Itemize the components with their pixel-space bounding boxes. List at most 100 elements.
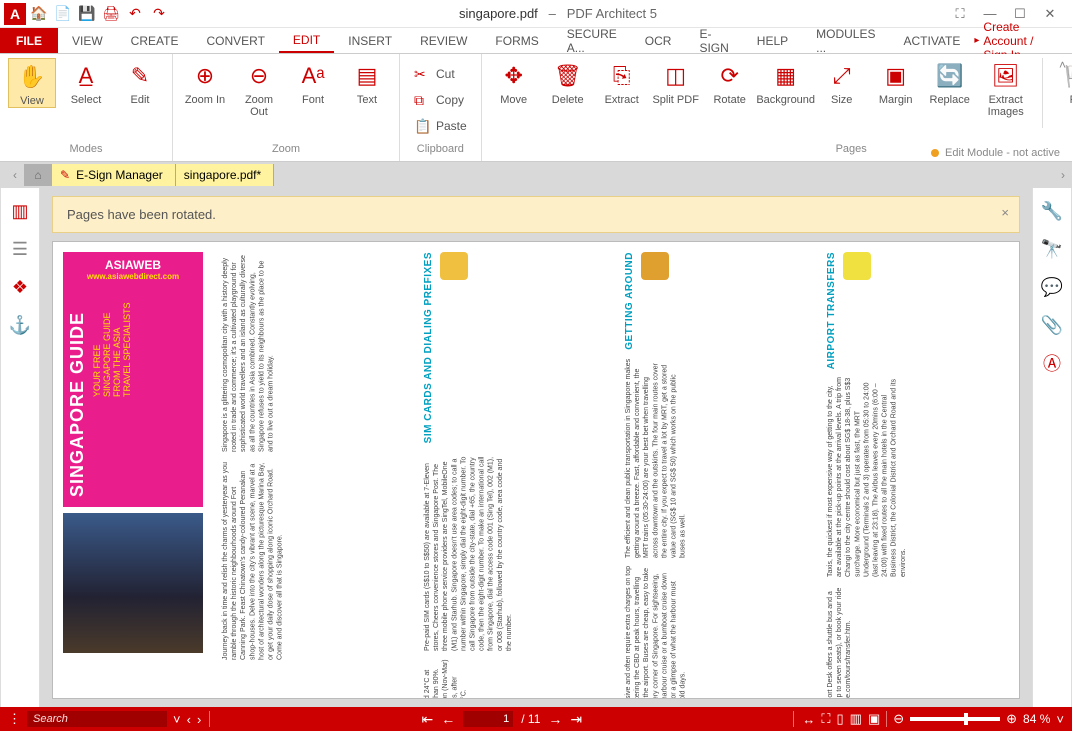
delete-button[interactable]: 🗑Delete — [544, 58, 592, 106]
view-mode-button[interactable]: ✋ View — [8, 58, 56, 108]
close-notification-icon[interactable]: × — [1001, 205, 1009, 220]
menu-icon[interactable]: ⋮ — [8, 711, 21, 727]
search-input[interactable] — [27, 711, 167, 727]
attachments-icon[interactable]: 📎 — [1039, 312, 1065, 338]
getting-around-title: GETTING AROUND — [624, 252, 635, 350]
getting-body2: Taxis are more expensive and often requi… — [624, 566, 808, 699]
status-bar: ⋮ ˅ ‹ › ⇤ ← / 11 → ⇥ ↔ ⛶ ▯ ▥ ▣ ⊖ ⊕ 84 % … — [0, 707, 1072, 731]
move-button[interactable]: ✥Move — [490, 58, 538, 106]
zoom-out-button[interactable]: ⊖ Zoom Out — [235, 58, 283, 118]
tab-next-icon[interactable]: › — [1054, 168, 1072, 182]
tab-modules[interactable]: MODULES ... — [802, 28, 889, 53]
tab-esign[interactable]: E-SIGN — [685, 28, 742, 53]
split-pdf-button[interactable]: ◫Split PDF — [652, 58, 700, 106]
tab-help[interactable]: HELP — [743, 28, 802, 53]
tab-review[interactable]: REVIEW — [406, 28, 481, 53]
extract-images-button[interactable]: 🖼Extract Images — [980, 58, 1032, 118]
zoom-in-icon: ⊕ — [189, 60, 221, 92]
zoom-out-status-icon[interactable]: ⊖ — [893, 711, 904, 727]
tools-icon[interactable]: 🔧 — [1039, 198, 1065, 224]
edit-mode-button[interactable]: ✎ Edit — [116, 58, 164, 106]
thumbnails-icon[interactable]: ▥ — [7, 198, 33, 224]
airport-title: AIRPORT TRANSFERS — [826, 252, 837, 369]
comments-icon[interactable]: 💬 — [1039, 274, 1065, 300]
page-canvas[interactable]: ASIAWEBwww.asiawebdirect.com SINGAPORE G… — [52, 241, 1020, 699]
bookmarks-icon[interactable]: ☰ — [7, 236, 33, 262]
right-rail: 🔧 🔭 💬 📎 Ⓐ — [1032, 188, 1072, 707]
tab-secure[interactable]: SECURE A... — [553, 28, 631, 53]
tab-document[interactable]: singapore.pdf* — [176, 164, 274, 186]
save-icon[interactable]: 💾 — [76, 3, 98, 25]
ribbon-toggle-icon[interactable]: ⛶ — [946, 3, 974, 25]
stamp-icon[interactable]: Ⓐ — [1039, 350, 1065, 376]
search-prev-icon[interactable]: ‹ — [187, 712, 191, 727]
zoom-slider[interactable] — [910, 717, 1000, 721]
tab-esign-manager[interactable]: ✎E-Sign Manager — [52, 164, 176, 186]
tab-activate[interactable]: ACTIVATE — [889, 28, 974, 53]
search-panel-icon[interactable]: 🔭 — [1039, 236, 1065, 262]
zoom-in-status-icon[interactable]: ⊕ — [1006, 711, 1017, 727]
delete-icon: 🗑 — [552, 60, 584, 92]
replace-button[interactable]: 🔄Replace — [926, 58, 974, 106]
margin-icon: ▣ — [880, 60, 912, 92]
status-dot-icon — [931, 149, 939, 157]
zoom-value: 84 % — [1023, 712, 1050, 726]
last-page-icon[interactable]: ⇥ — [570, 711, 582, 728]
notification-bar: Pages have been rotated. × — [52, 196, 1020, 233]
home-tab[interactable]: ⌂ — [24, 164, 52, 186]
weather-body: apore is hot and humid year-round. C at … — [423, 659, 607, 699]
account-link[interactable]: Create Account / Sign In — [974, 28, 1072, 53]
body-column-4: AIRPORT TRANSFERS Taxis, the quickest if… — [826, 252, 1010, 699]
continuous-icon[interactable]: ▥ — [850, 711, 862, 727]
getting-body: The efficient and clean public transport… — [624, 358, 808, 558]
anchor-icon[interactable]: ⚓ — [7, 312, 33, 338]
tab-ocr[interactable]: OCR — [631, 28, 686, 53]
single-page-icon[interactable]: ▯ — [836, 711, 843, 727]
hero-photo — [63, 513, 203, 653]
tab-view[interactable]: VIEW — [58, 28, 117, 53]
fit-page-icon[interactable]: ⛶ — [821, 711, 830, 727]
zoom-dropdown-icon[interactable]: ˅ — [1056, 712, 1064, 727]
file-tab[interactable]: FILE — [0, 28, 58, 53]
collapse-ribbon-icon[interactable]: ˄ — [1059, 58, 1066, 72]
page-number-input[interactable] — [463, 711, 513, 727]
paste-button[interactable]: 📋Paste — [408, 114, 473, 138]
tab-convert[interactable]: CONVERT — [192, 28, 278, 53]
font-button[interactable]: Aᵃ Font — [289, 58, 337, 106]
size-button[interactable]: ⤢Size — [818, 58, 866, 106]
select-mode-button[interactable]: A̲ Select — [62, 58, 110, 106]
next-page-icon[interactable]: → — [548, 711, 562, 727]
layers-icon[interactable]: ❖ — [7, 274, 33, 300]
undo-icon[interactable]: ↶ — [124, 3, 146, 25]
new-icon[interactable]: 📄 — [52, 3, 74, 25]
tab-create[interactable]: CREATE — [117, 28, 193, 53]
group-label: Clipboard — [400, 143, 481, 161]
tab-prev-icon[interactable]: ‹ — [6, 168, 24, 182]
text-button[interactable]: ▤ Text — [343, 58, 391, 106]
print-icon[interactable]: 🖨 — [100, 3, 122, 25]
select-icon: A̲ — [70, 60, 102, 92]
zoom-in-button[interactable]: ⊕ Zoom In — [181, 58, 229, 106]
tab-forms[interactable]: FORMS — [481, 28, 552, 53]
guide-title: SINGAPORE GUIDE — [67, 297, 88, 497]
search-next-icon[interactable]: › — [197, 712, 201, 727]
copy-button[interactable]: ⧉Copy — [408, 88, 473, 112]
search-options-icon[interactable]: ˅ — [173, 712, 181, 727]
fit-width-icon[interactable]: ↔ — [802, 712, 815, 727]
first-page-icon[interactable]: ⇤ — [422, 711, 434, 728]
bicycle-icon — [641, 252, 669, 280]
redo-icon[interactable]: ↷ — [148, 3, 170, 25]
group-label: Zoom — [173, 143, 399, 161]
zoom-out-icon: ⊖ — [243, 60, 275, 92]
tab-insert[interactable]: INSERT — [334, 28, 406, 53]
cut-button[interactable]: ✂Cut — [408, 62, 473, 86]
background-button[interactable]: ▦Background — [760, 58, 812, 106]
rotate-button[interactable]: ⟳Rotate — [706, 58, 754, 106]
body-column-3: GETTING AROUND The efficient and clean p… — [624, 252, 808, 699]
tab-edit[interactable]: EDIT — [279, 28, 334, 53]
two-page-icon[interactable]: ▣ — [868, 711, 880, 727]
prev-page-icon[interactable]: ← — [441, 711, 455, 727]
margin-button[interactable]: ▣Margin — [872, 58, 920, 106]
home-icon[interactable]: 🏠 — [28, 3, 50, 25]
extract-button[interactable]: ⎘Extract — [598, 58, 646, 106]
